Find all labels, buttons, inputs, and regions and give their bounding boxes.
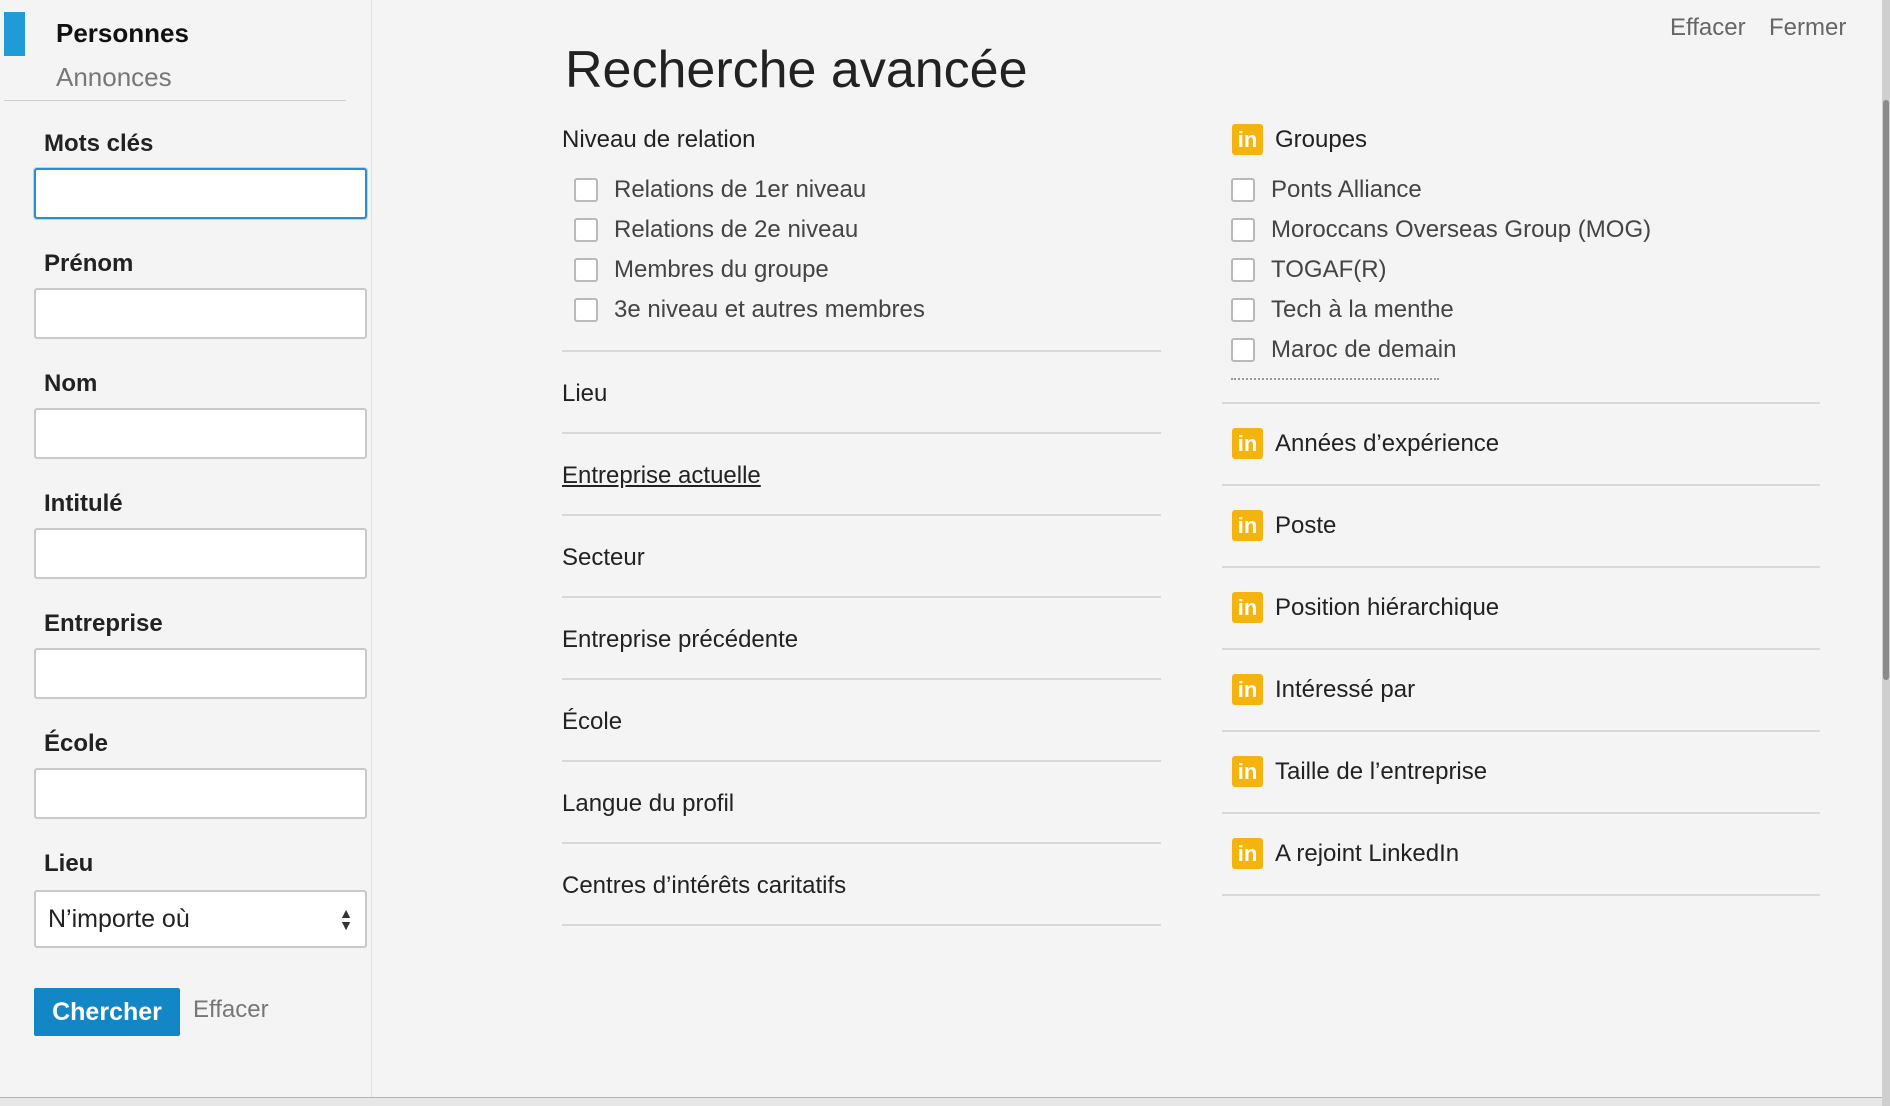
section-divider	[1222, 894, 1820, 896]
tab-divider	[4, 100, 346, 101]
search-sidebar: Personnes Annonces Mots clés Prénom Nom …	[0, 0, 372, 1098]
section-divider	[562, 678, 1161, 680]
sidebar-clear-link[interactable]: Effacer	[193, 996, 269, 1024]
last-name-label: Nom	[44, 370, 98, 397]
checkbox-group-2[interactable]: TOGAF(R)	[1231, 256, 1387, 284]
section-divider	[1222, 484, 1820, 486]
last-name-input[interactable]	[34, 408, 367, 459]
checkbox-label: 3e niveau et autres membres	[614, 296, 925, 323]
first-name-label: Prénom	[44, 250, 134, 277]
title-label: Intitulé	[44, 490, 123, 517]
checkbox[interactable]	[574, 218, 598, 242]
section-years-experience[interactable]: Années d’expérience	[1275, 430, 1499, 458]
checkbox-label: Maroc de demain	[1271, 336, 1457, 363]
section-divider	[1222, 402, 1820, 404]
school-label: École	[44, 730, 109, 757]
linkedin-in-icon: in	[1232, 124, 1263, 155]
location-select[interactable]: N’importe où ▲ ▼	[34, 890, 367, 948]
linkedin-in-icon: in	[1232, 674, 1263, 705]
checkbox-relation-2[interactable]: Relations de 2e niveau	[574, 216, 858, 244]
section-location[interactable]: Lieu	[562, 380, 607, 408]
active-tab-marker	[4, 12, 25, 56]
checkbox[interactable]	[1231, 298, 1255, 322]
checkbox-label: Ponts Alliance	[1271, 176, 1422, 203]
checkbox-label: Membres du groupe	[614, 256, 829, 283]
relation-level-header[interactable]: Niveau de relation	[562, 126, 755, 154]
window-bottom-edge	[0, 1097, 1882, 1106]
company-label: Entreprise	[44, 610, 163, 637]
checkbox-group-0[interactable]: Ponts Alliance	[1231, 176, 1422, 204]
checkbox-group-members[interactable]: Membres du groupe	[574, 256, 829, 284]
section-industry[interactable]: Secteur	[562, 544, 645, 572]
section-joined-linkedin[interactable]: A rejoint LinkedIn	[1275, 840, 1459, 868]
section-divider	[1222, 566, 1820, 568]
section-divider	[562, 842, 1161, 844]
checkbox[interactable]	[1231, 258, 1255, 282]
section-divider	[562, 760, 1161, 762]
company-input[interactable]	[34, 648, 367, 699]
linkedin-in-icon: in	[1232, 838, 1263, 869]
select-arrows-icon: ▲ ▼	[339, 905, 353, 933]
linkedin-in-icon: in	[1232, 428, 1263, 459]
linkedin-in-icon: in	[1232, 756, 1263, 787]
vertical-scrollbar[interactable]	[1882, 0, 1890, 1106]
checkbox-label: Moroccans Overseas Group (MOG)	[1271, 216, 1652, 243]
search-button[interactable]: Chercher	[34, 988, 180, 1036]
checkbox-label: Relations de 2e niveau	[614, 216, 859, 243]
checkbox[interactable]	[1231, 218, 1255, 242]
linkedin-in-icon: in	[1232, 510, 1263, 541]
keywords-label: Mots clés	[44, 130, 154, 157]
keywords-input[interactable]	[34, 168, 367, 219]
checkbox-group-3[interactable]: Tech à la menthe	[1231, 296, 1454, 324]
section-divider	[1222, 730, 1820, 732]
checkbox[interactable]	[574, 298, 598, 322]
clipped-list-edge	[1231, 378, 1439, 382]
clear-all-link[interactable]: Effacer	[1670, 14, 1746, 42]
close-link[interactable]: Fermer	[1769, 14, 1846, 42]
scrollbar-thumb[interactable]	[1883, 100, 1889, 680]
checkbox[interactable]	[574, 178, 598, 202]
groups-header[interactable]: Groupes	[1275, 126, 1367, 154]
section-divider	[562, 514, 1161, 516]
section-interested-in[interactable]: Intéressé par	[1275, 676, 1415, 704]
checkbox-relation-1[interactable]: Relations de 1er niveau	[574, 176, 866, 204]
location-select-value: N’importe où	[48, 904, 190, 933]
checkbox[interactable]	[1231, 338, 1255, 362]
checkbox-label: Tech à la menthe	[1271, 296, 1454, 323]
section-divider	[562, 924, 1161, 926]
section-nonprofit-interests[interactable]: Centres d’intérêts caritatifs	[562, 872, 846, 900]
page-title: Recherche avancée	[565, 41, 1028, 99]
section-past-company[interactable]: Entreprise précédente	[562, 626, 798, 654]
checkbox-relation-3[interactable]: 3e niveau et autres membres	[574, 296, 925, 324]
section-divider	[562, 596, 1161, 598]
section-divider	[562, 350, 1161, 352]
linkedin-in-icon: in	[1232, 592, 1263, 623]
first-name-input[interactable]	[34, 288, 367, 339]
section-divider	[1222, 812, 1820, 814]
section-current-company[interactable]: Entreprise actuelle	[562, 462, 761, 490]
checkbox-label: Relations de 1er niveau	[614, 176, 867, 203]
section-divider	[1222, 648, 1820, 650]
section-divider	[562, 432, 1161, 434]
tab-personnes[interactable]: Personnes	[56, 18, 189, 49]
section-seniority[interactable]: Position hiérarchique	[1275, 594, 1499, 622]
checkbox-label: TOGAF(R)	[1271, 256, 1387, 283]
location-label: Lieu	[44, 850, 94, 877]
school-input[interactable]	[34, 768, 367, 819]
advanced-search-overlay: Personnes Annonces Mots clés Prénom Nom …	[0, 0, 1882, 1098]
section-function[interactable]: Poste	[1275, 512, 1336, 540]
checkbox-group-1[interactable]: Moroccans Overseas Group (MOG)	[1231, 216, 1651, 244]
checkbox[interactable]	[574, 258, 598, 282]
tab-annonces[interactable]: Annonces	[56, 62, 172, 93]
section-company-size[interactable]: Taille de l’entreprise	[1275, 758, 1487, 786]
title-input[interactable]	[34, 528, 367, 579]
checkbox[interactable]	[1231, 178, 1255, 202]
section-school[interactable]: École	[562, 708, 622, 736]
section-profile-language[interactable]: Langue du profil	[562, 790, 734, 818]
checkbox-group-4[interactable]: Maroc de demain	[1231, 336, 1456, 364]
